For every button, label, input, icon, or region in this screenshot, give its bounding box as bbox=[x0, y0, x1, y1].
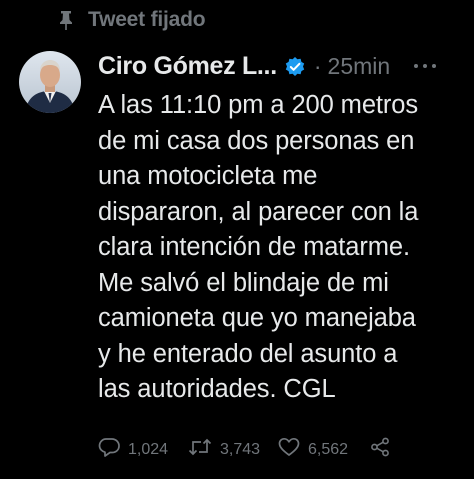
retweet-button[interactable]: 3,743 bbox=[188, 437, 278, 462]
pinned-indicator: Tweet fijado bbox=[58, 8, 206, 32]
timestamp[interactable]: 25min bbox=[328, 53, 391, 80]
tweet-actions: 1,024 3,743 6,562 bbox=[98, 437, 390, 462]
tweet-text: A las 11:10 pm a 200 metros de mi casa d… bbox=[98, 88, 466, 408]
tweet-line: camioneta que yo manejaba bbox=[98, 304, 416, 332]
reply-button[interactable]: 1,024 bbox=[98, 437, 188, 462]
separator-dot: · bbox=[313, 53, 322, 79]
author-name[interactable]: Ciro Gómez L... bbox=[98, 52, 277, 81]
tweet-line: Me salvó el blindaje de mi bbox=[98, 268, 389, 297]
like-count: 6,562 bbox=[308, 440, 349, 458]
tweet-line: las autoridades. CGL bbox=[98, 375, 336, 403]
like-button[interactable]: 6,562 bbox=[278, 437, 370, 462]
tweet-line: A las 11:10 pm a 200 metros bbox=[98, 91, 419, 119]
avatar[interactable] bbox=[19, 51, 81, 113]
reply-icon bbox=[98, 437, 120, 462]
retweet-count: 3,743 bbox=[220, 440, 261, 458]
more-options-icon[interactable] bbox=[412, 56, 438, 81]
tweet-header: Ciro Gómez L... · 25min bbox=[98, 52, 390, 81]
tweet-line: y he enterado del asunto a bbox=[98, 339, 398, 368]
reply-count: 1,024 bbox=[128, 440, 169, 458]
share-button[interactable] bbox=[370, 437, 390, 462]
tweet-line: clara intención de matarme. bbox=[98, 233, 410, 261]
verified-badge-icon bbox=[284, 56, 306, 78]
heart-icon bbox=[278, 437, 300, 462]
pinned-label: Tweet fijado bbox=[88, 8, 206, 31]
share-icon bbox=[370, 437, 390, 462]
tweet-line: de mi casa dos personas en bbox=[98, 126, 415, 155]
tweet-line: una motocicleta me bbox=[98, 162, 318, 190]
pin-icon bbox=[58, 9, 74, 31]
retweet-icon bbox=[188, 437, 212, 462]
tweet-line: dispararon, al parecer con la bbox=[98, 197, 419, 226]
